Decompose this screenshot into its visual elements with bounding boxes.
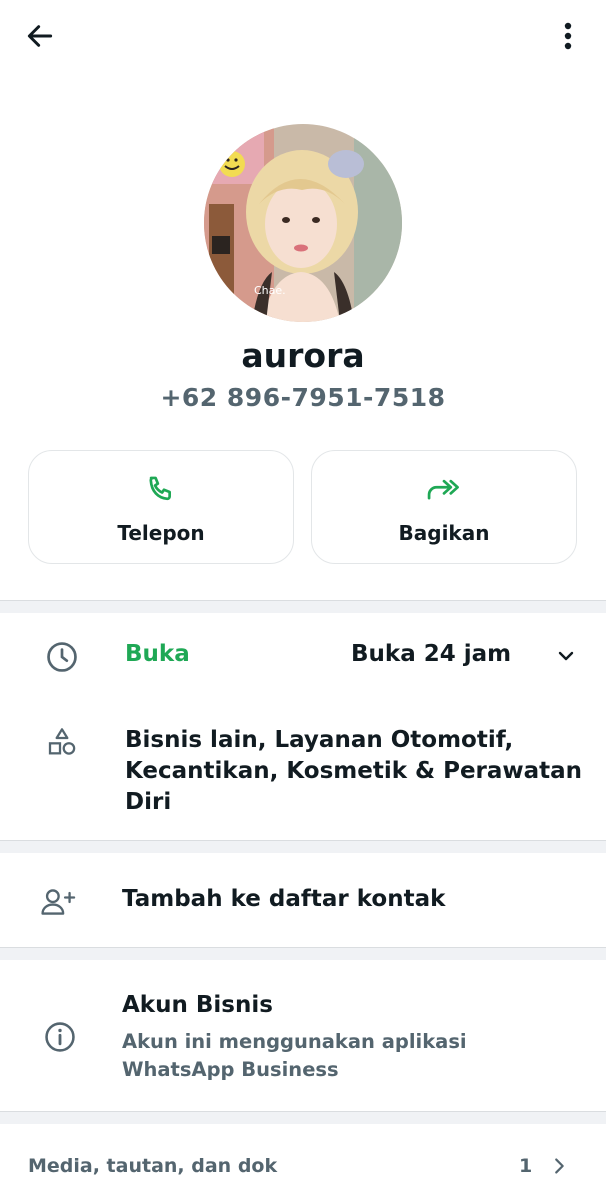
hours-value: Buka 24 jam: [351, 641, 512, 667]
share-forward-icon: [427, 479, 459, 500]
business-category: Bisnis lain, Layanan Otomotif, Kecantika…: [125, 727, 583, 815]
profile-avatar[interactable]: Chae.: [204, 124, 402, 322]
phone-icon: [149, 476, 171, 501]
svg-text:Chae.: Chae.: [254, 284, 286, 297]
clock-icon: [44, 639, 80, 675]
add-user-icon: [40, 884, 76, 920]
section-gap: [0, 1112, 606, 1124]
media-count: 1: [519, 1155, 533, 1177]
section-gap: [0, 601, 606, 613]
business-account-title: Akun Bisnis: [122, 992, 273, 1018]
arrow-left-icon: [27, 25, 53, 47]
info-icon: [42, 1019, 78, 1055]
contact-phone: +62 896-7951-7518: [160, 383, 446, 412]
hours-status: Buka: [125, 641, 190, 667]
call-button[interactable]: Telepon: [28, 450, 294, 564]
section-gap: [0, 948, 606, 960]
avatar-image: Chae.: [204, 124, 402, 322]
chevron-right-icon: [541, 1148, 577, 1184]
business-hours-row[interactable]: [0, 614, 606, 702]
section-gap: [0, 841, 606, 853]
contact-name: aurora: [241, 336, 365, 375]
call-label: Telepon: [117, 521, 205, 545]
back-button[interactable]: [16, 14, 64, 58]
shapes-icon: [44, 724, 80, 760]
more-options-button[interactable]: [546, 14, 590, 58]
chevron-down-icon[interactable]: [548, 638, 584, 674]
more-vertical-icon: [564, 22, 572, 50]
business-account-description: Akun ini menggunakan aplikasi WhatsApp B…: [122, 1030, 467, 1081]
share-label: Bagikan: [398, 521, 490, 545]
add-contact-label[interactable]: Tambah ke daftar kontak: [122, 886, 445, 912]
share-button[interactable]: Bagikan: [311, 450, 577, 564]
media-label: Media, tautan, dan dok: [28, 1155, 278, 1177]
